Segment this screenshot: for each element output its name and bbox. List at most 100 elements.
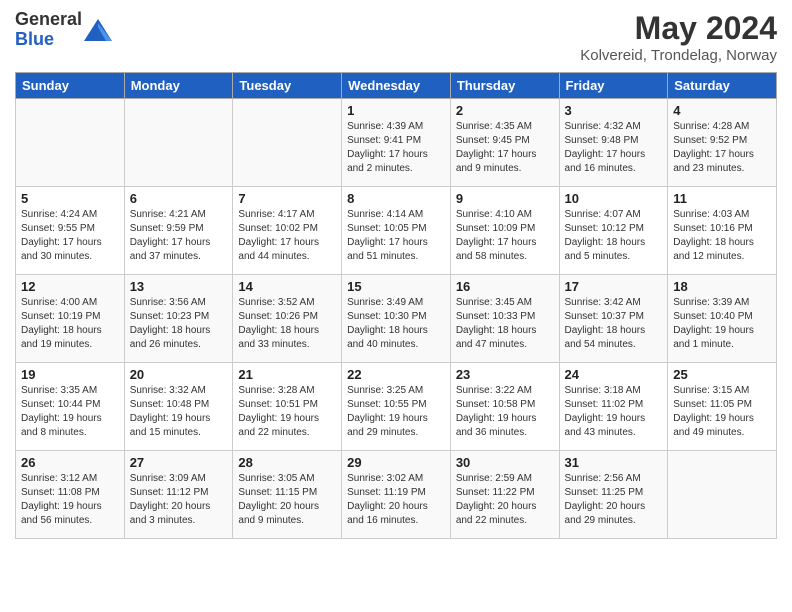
day-number: 8	[347, 191, 445, 206]
calendar-cell: 31 Sunrise: 2:56 AM Sunset: 11:25 PM Dayl…	[559, 451, 668, 539]
logo: General Blue	[15, 10, 112, 50]
day-number: 21	[238, 367, 336, 382]
cell-info: Sunrise: 3:35 AM Sunset: 10:44 PM Daylig…	[21, 384, 119, 440]
day-number: 15	[347, 279, 445, 294]
day-number: 5	[21, 191, 119, 206]
day-number: 11	[673, 191, 771, 206]
title-area: May 2024 Kolvereid, Trondelag, Norway	[580, 10, 777, 64]
day-number: 4	[673, 103, 771, 118]
calendar-cell: 26Sunrise: 3:12 AM Sunset: 11:08 PM Dayl…	[16, 451, 125, 539]
day-header-monday: Monday	[124, 73, 233, 99]
month-title: May 2024	[580, 10, 777, 47]
day-number: 9	[456, 191, 554, 206]
day-header-friday: Friday	[559, 73, 668, 99]
day-header-wednesday: Wednesday	[342, 73, 451, 99]
cell-info: Sunrise: 4:10 AM Sunset: 10:09 PM Daylig…	[456, 208, 554, 264]
logo-blue: Blue	[15, 30, 82, 50]
calendar-cell: 5 Sunrise: 4:24 AM Sunset: 9:55 PM Daylig…	[16, 187, 125, 275]
calendar-cell: 7 Sunrise: 4:17 AM Sunset: 10:02 PM Dayli…	[233, 187, 342, 275]
day-header-saturday: Saturday	[668, 73, 777, 99]
day-number: 28	[238, 455, 336, 470]
cell-info: Sunrise: 4:32 AM Sunset: 9:48 PM Dayligh…	[565, 120, 663, 176]
cell-info: Sunrise: 3:49 AM Sunset: 10:30 PM Daylig…	[347, 296, 445, 352]
day-header-thursday: Thursday	[450, 73, 559, 99]
day-number: 3	[565, 103, 663, 118]
calendar-cell: 1 Sunrise: 4:39 AM Sunset: 9:41 PM Daylig…	[342, 99, 451, 187]
cell-info: Sunrise: 3:39 AM Sunset: 10:40 PM Daylig…	[673, 296, 771, 352]
logo-general: General	[15, 10, 82, 30]
calendar-cell	[668, 451, 777, 539]
cell-info: Sunrise: 4:03 AM Sunset: 10:16 PM Daylig…	[673, 208, 771, 264]
calendar-cell: 16Sunrise: 3:45 AM Sunset: 10:33 PM Dayl…	[450, 275, 559, 363]
day-number: 31	[565, 455, 663, 470]
calendar-cell: 11 Sunrise: 4:03 AM Sunset: 10:16 PM Dayl…	[668, 187, 777, 275]
cell-info: Sunrise: 4:39 AM Sunset: 9:41 PM Dayligh…	[347, 120, 445, 176]
calendar-cell: 12 Sunrise: 4:00 AM Sunset: 10:19 PM Dayl…	[16, 275, 125, 363]
day-header-sunday: Sunday	[16, 73, 125, 99]
day-number: 27	[130, 455, 228, 470]
calendar-week-4: 19Sunrise: 3:35 AM Sunset: 10:44 PM Dayl…	[16, 363, 777, 451]
day-number: 18	[673, 279, 771, 294]
cell-info: Sunrise: 3:05 AM Sunset: 11:15 PM Daylig…	[238, 472, 336, 528]
cell-info: Sunrise: 3:15 AM Sunset: 11:05 PM Daylig…	[673, 384, 771, 440]
cell-info: Sunrise: 3:09 AM Sunset: 11:12 PM Daylig…	[130, 472, 228, 528]
calendar-cell: 29 Sunrise: 3:02 AM Sunset: 11:19 PM Dayl…	[342, 451, 451, 539]
day-number: 6	[130, 191, 228, 206]
cell-info: Sunrise: 3:32 AM Sunset: 10:48 PM Daylig…	[130, 384, 228, 440]
cell-info: Sunrise: 3:02 AM Sunset: 11:19 PM Daylig…	[347, 472, 445, 528]
calendar-cell: 18 Sunrise: 3:39 AM Sunset: 10:40 PM Dayl…	[668, 275, 777, 363]
calendar-cell: 8 Sunrise: 4:14 AM Sunset: 10:05 PM Dayli…	[342, 187, 451, 275]
day-number: 17	[565, 279, 663, 294]
day-number: 12	[21, 279, 119, 294]
calendar-cell: 2Sunrise: 4:35 AM Sunset: 9:45 PM Daylig…	[450, 99, 559, 187]
calendar-week-3: 12 Sunrise: 4:00 AM Sunset: 10:19 PM Dayl…	[16, 275, 777, 363]
day-number: 23	[456, 367, 554, 382]
day-number: 14	[238, 279, 336, 294]
day-header-tuesday: Tuesday	[233, 73, 342, 99]
cell-info: Sunrise: 2:56 AM Sunset: 11:25 PM Daylig…	[565, 472, 663, 528]
calendar-cell: 17 Sunrise: 3:42 AM Sunset: 10:37 PM Dayl…	[559, 275, 668, 363]
day-number: 22	[347, 367, 445, 382]
calendar-cell: 25Sunrise: 3:15 AM Sunset: 11:05 PM Dayl…	[668, 363, 777, 451]
calendar-week-2: 5 Sunrise: 4:24 AM Sunset: 9:55 PM Daylig…	[16, 187, 777, 275]
calendar-cell: 14 Sunrise: 3:52 AM Sunset: 10:26 PM Dayl…	[233, 275, 342, 363]
calendar-cell: 15 Sunrise: 3:49 AM Sunset: 10:30 PM Dayl…	[342, 275, 451, 363]
calendar-cell: 19Sunrise: 3:35 AM Sunset: 10:44 PM Dayl…	[16, 363, 125, 451]
calendar-week-1: 1 Sunrise: 4:39 AM Sunset: 9:41 PM Daylig…	[16, 99, 777, 187]
day-number: 16	[456, 279, 554, 294]
calendar-cell	[16, 99, 125, 187]
calendar-table: SundayMondayTuesdayWednesdayThursdayFrid…	[15, 72, 777, 539]
calendar-cell: 3 Sunrise: 4:32 AM Sunset: 9:48 PM Daylig…	[559, 99, 668, 187]
cell-info: Sunrise: 3:52 AM Sunset: 10:26 PM Daylig…	[238, 296, 336, 352]
cell-info: Sunrise: 3:28 AM Sunset: 10:51 PM Daylig…	[238, 384, 336, 440]
page-header: General Blue May 2024 Kolvereid, Trondel…	[15, 10, 777, 64]
cell-info: Sunrise: 3:18 AM Sunset: 11:02 PM Daylig…	[565, 384, 663, 440]
calendar-cell: 27 Sunrise: 3:09 AM Sunset: 11:12 PM Dayl…	[124, 451, 233, 539]
day-number: 2	[456, 103, 554, 118]
day-number: 1	[347, 103, 445, 118]
cell-info: Sunrise: 3:56 AM Sunset: 10:23 PM Daylig…	[130, 296, 228, 352]
cell-info: Sunrise: 2:59 AM Sunset: 11:22 PM Daylig…	[456, 472, 554, 528]
calendar-cell: 6Sunrise: 4:21 AM Sunset: 9:59 PM Daylig…	[124, 187, 233, 275]
day-number: 29	[347, 455, 445, 470]
calendar-cell	[124, 99, 233, 187]
day-number: 7	[238, 191, 336, 206]
cell-info: Sunrise: 4:17 AM Sunset: 10:02 PM Daylig…	[238, 208, 336, 264]
cell-info: Sunrise: 4:00 AM Sunset: 10:19 PM Daylig…	[21, 296, 119, 352]
calendar-cell: 4 Sunrise: 4:28 AM Sunset: 9:52 PM Daylig…	[668, 99, 777, 187]
calendar-cell: 13 Sunrise: 3:56 AM Sunset: 10:23 PM Dayl…	[124, 275, 233, 363]
calendar-cell: 24Sunrise: 3:18 AM Sunset: 11:02 PM Dayl…	[559, 363, 668, 451]
day-number: 13	[130, 279, 228, 294]
calendar-cell: 20Sunrise: 3:32 AM Sunset: 10:48 PM Dayl…	[124, 363, 233, 451]
calendar-cell: 28 Sunrise: 3:05 AM Sunset: 11:15 PM Dayl…	[233, 451, 342, 539]
calendar-cell: 22Sunrise: 3:25 AM Sunset: 10:55 PM Dayl…	[342, 363, 451, 451]
calendar-cell: 21 Sunrise: 3:28 AM Sunset: 10:51 PM Dayl…	[233, 363, 342, 451]
cell-info: Sunrise: 3:42 AM Sunset: 10:37 PM Daylig…	[565, 296, 663, 352]
calendar-cell: 30Sunrise: 2:59 AM Sunset: 11:22 PM Dayl…	[450, 451, 559, 539]
cell-info: Sunrise: 4:24 AM Sunset: 9:55 PM Dayligh…	[21, 208, 119, 264]
cell-info: Sunrise: 4:28 AM Sunset: 9:52 PM Dayligh…	[673, 120, 771, 176]
day-number: 10	[565, 191, 663, 206]
cell-info: Sunrise: 3:12 AM Sunset: 11:08 PM Daylig…	[21, 472, 119, 528]
cell-info: Sunrise: 4:14 AM Sunset: 10:05 PM Daylig…	[347, 208, 445, 264]
location-title: Kolvereid, Trondelag, Norway	[580, 47, 777, 64]
